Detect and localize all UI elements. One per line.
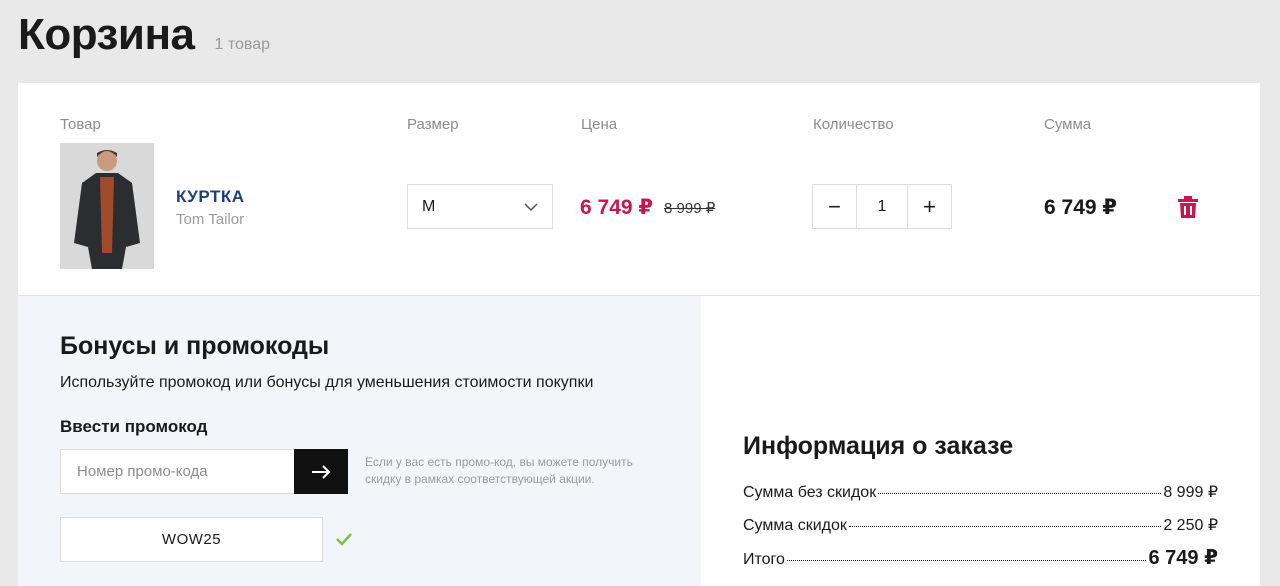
column-header-quantity: Количество [813, 116, 894, 133]
summary-value: 8 999 ₽ [1163, 484, 1218, 501]
page-header: Корзина 1 товар [18, 10, 270, 66]
order-summary-panel: Информация о заказе Сумма без скидок 8 9… [701, 296, 1260, 586]
product-image[interactable] [60, 143, 154, 269]
promo-hint: Если у вас есть промо-код, вы можете пол… [365, 455, 633, 486]
check-icon [336, 533, 352, 546]
jacket-photo-icon [60, 143, 154, 269]
apply-promo-button[interactable] [294, 449, 348, 494]
cart-card: Товар Размер Цена Количество Сумма КУРТК… [18, 83, 1260, 296]
quantity-value[interactable]: 1 [856, 185, 908, 228]
column-header-sum: Сумма [1044, 116, 1092, 133]
dotted-leader [786, 560, 1147, 561]
summary-value: 2 250 ₽ [1163, 517, 1218, 534]
product-name-link[interactable]: КУРТКА [176, 187, 245, 207]
total-label: Итого [743, 551, 785, 568]
applied-promo-code[interactable]: WOW25 [60, 517, 323, 562]
summary-row-total: Итого 6 749 ₽ [743, 545, 1218, 570]
increase-quantity-button[interactable]: + [908, 185, 951, 228]
old-price: 8 999 ₽ [664, 200, 716, 217]
page-title: Корзина [18, 10, 195, 59]
column-header-product: Товар [60, 116, 101, 133]
promo-code-input[interactable] [60, 449, 295, 494]
dotted-leader [848, 526, 1162, 527]
promo-enter-label: Ввести промокод [60, 417, 208, 436]
row-sum: 6 749 ₽ [1044, 196, 1117, 219]
current-price: 6 749 ₽ [580, 196, 653, 219]
promo-title: Бонусы и промокоды [60, 332, 330, 360]
column-header-size: Размер [407, 116, 459, 133]
summary-row-discount: Сумма скидок 2 250 ₽ [743, 515, 1218, 535]
promo-description: Используйте промокод или бонусы для умен… [60, 374, 594, 391]
decrease-quantity-button[interactable]: − [813, 185, 856, 228]
product-brand: Tom Tailor [176, 211, 245, 228]
item-count: 1 товар [214, 36, 271, 53]
summary-row-subtotal: Сумма без скидок 8 999 ₽ [743, 482, 1218, 502]
chevron-down-icon [524, 202, 538, 211]
summary-label: Сумма без скидок [743, 484, 877, 501]
summary-label: Сумма скидок [743, 517, 847, 534]
quantity-stepper: − 1 + [812, 184, 952, 229]
dotted-leader [878, 493, 1162, 494]
trash-icon[interactable] [1177, 195, 1199, 219]
promo-panel: Бонусы и промокоды Используйте промокод … [18, 296, 701, 586]
arrow-right-icon [312, 464, 331, 479]
size-select[interactable]: M [407, 184, 553, 229]
summary-title: Информация о заказе [743, 432, 1014, 460]
size-value: M [422, 197, 436, 215]
total-value: 6 749 ₽ [1148, 547, 1218, 569]
column-header-price: Цена [581, 116, 618, 133]
